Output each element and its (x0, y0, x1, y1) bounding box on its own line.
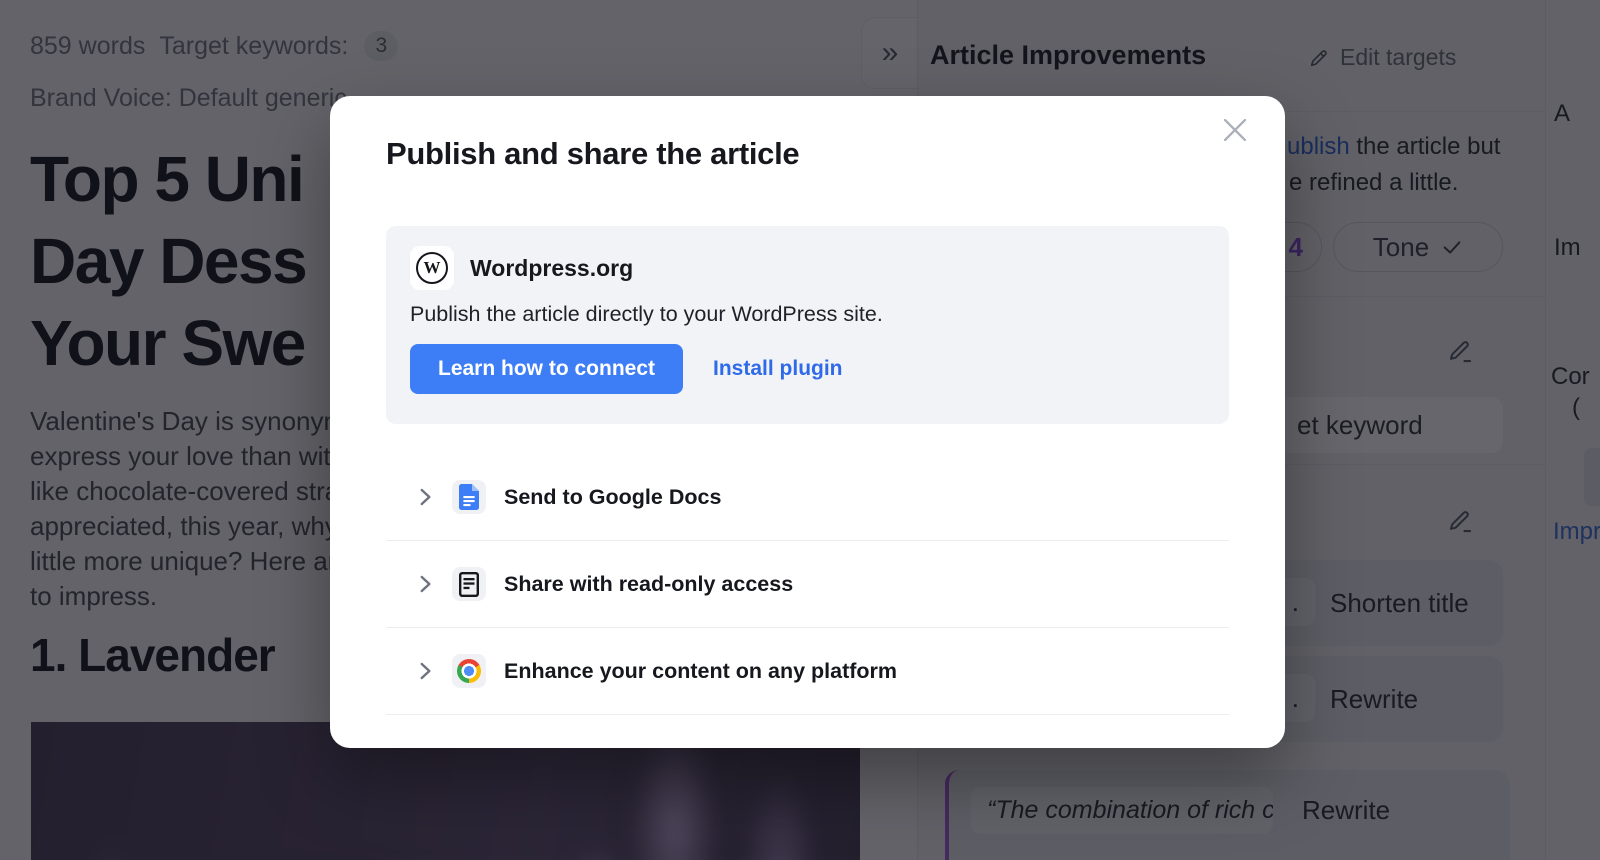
option-label: Enhance your content on any platform (504, 658, 898, 683)
read-only-doc-icon (452, 567, 486, 601)
google-docs-icon (452, 480, 486, 514)
wordpress-card-header: W Wordpress.org (410, 246, 1205, 290)
close-button[interactable] (1215, 110, 1255, 150)
chevron-right-icon (412, 571, 442, 597)
publish-share-dialog: Publish and share the article W Wordpres… (330, 96, 1285, 748)
share-options-list: Send to Google Docs Share with read-only… (386, 454, 1229, 715)
option-label: Share with read-only access (504, 571, 794, 596)
chevron-right-icon (412, 484, 442, 510)
option-label: Send to Google Docs (504, 484, 722, 509)
option-send-to-google-docs[interactable]: Send to Google Docs (386, 454, 1229, 541)
app-window: 859 words Target keywords: 3 » Brand Voi… (0, 0, 1600, 860)
wordpress-actions: Learn how to connect Install plugin (410, 344, 843, 394)
dialog-title: Publish and share the article (386, 136, 800, 171)
close-icon (1223, 118, 1247, 142)
option-share-read-only[interactable]: Share with read-only access (386, 541, 1229, 628)
chevron-right-icon (412, 658, 442, 684)
install-plugin-link[interactable]: Install plugin (713, 357, 843, 381)
option-enhance-any-platform[interactable]: Enhance your content on any platform (386, 628, 1229, 715)
wordpress-card: W Wordpress.org Publish the article dire… (386, 226, 1229, 424)
chrome-icon (452, 654, 486, 688)
learn-how-to-connect-button[interactable]: Learn how to connect (410, 344, 684, 394)
wordpress-logo-letter: W (416, 252, 448, 284)
wordpress-description: Publish the article directly to your Wor… (410, 302, 883, 326)
wordpress-name: Wordpress.org (470, 254, 634, 281)
wordpress-icon: W (410, 246, 454, 290)
